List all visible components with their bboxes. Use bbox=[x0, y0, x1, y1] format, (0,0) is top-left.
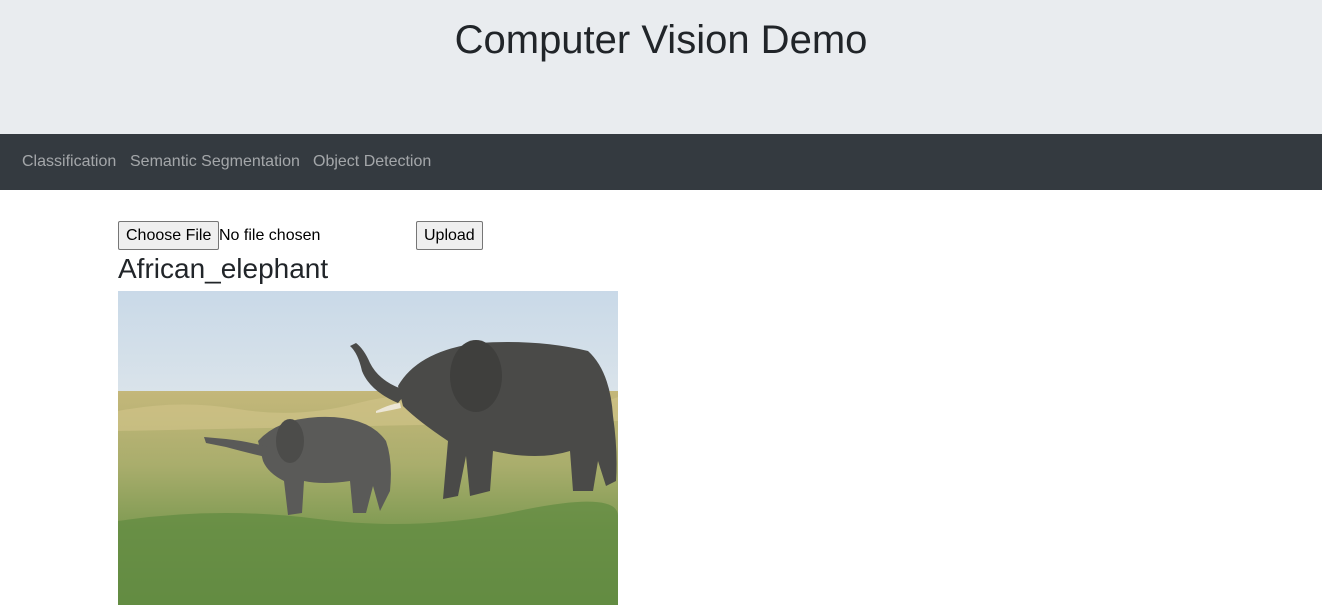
navbar: Classification Semantic Segmentation Obj… bbox=[0, 134, 1322, 190]
page-header: Computer Vision Demo bbox=[0, 0, 1322, 134]
choose-file-button[interactable]: Choose File bbox=[118, 221, 220, 250]
file-status-text: No file chosen bbox=[219, 227, 321, 244]
nav-item-object-detection[interactable]: Object Detection bbox=[313, 134, 431, 190]
upload-button[interactable]: Upload bbox=[416, 221, 483, 250]
nav-item-semantic-segmentation[interactable]: Semantic Segmentation bbox=[130, 134, 300, 190]
result-image bbox=[118, 291, 618, 605]
page-title: Computer Vision Demo bbox=[454, 18, 868, 62]
classification-result-label: African_elephant bbox=[118, 253, 329, 284]
nav-item-classification[interactable]: Classification bbox=[22, 134, 116, 190]
